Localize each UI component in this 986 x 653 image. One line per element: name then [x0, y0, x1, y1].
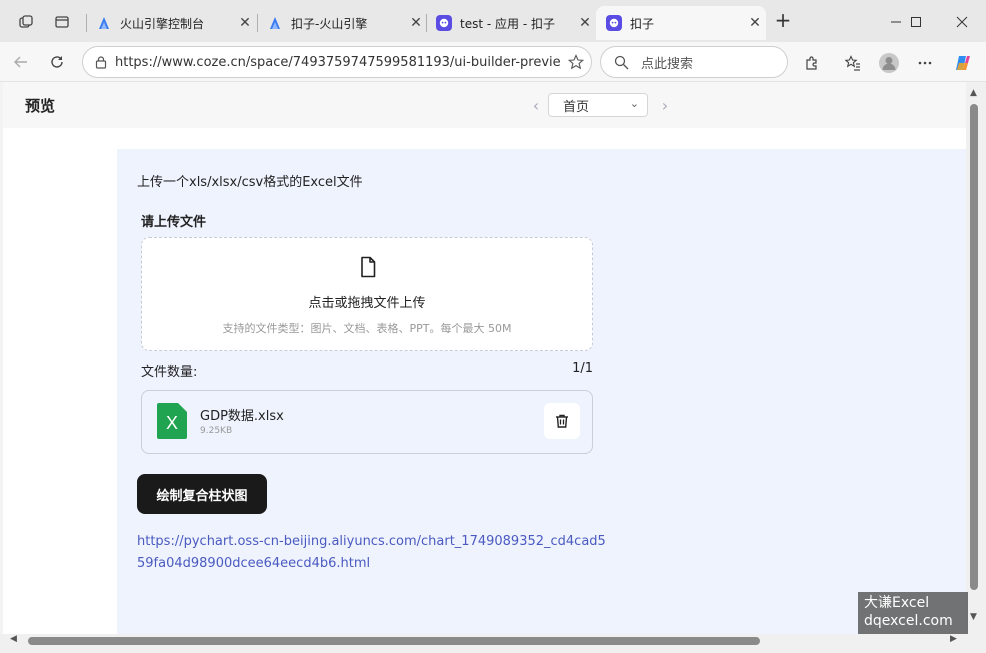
scroll-down-icon[interactable]: ▼: [970, 612, 977, 622]
vertical-scrollbar[interactable]: ▲ ▼: [966, 82, 986, 634]
url-text: https://www.coze.cn/space/74937597475995…: [115, 54, 561, 70]
back-button[interactable]: [8, 49, 34, 75]
file-icon: [361, 256, 376, 278]
watermark-line1: 大谦Excel: [864, 595, 930, 611]
file-name: GDP数据.xlsx: [200, 409, 284, 424]
favorite-star-icon[interactable]: [561, 54, 591, 70]
uploaded-file-card: X GDP数据.xlsx 9.25KB: [141, 390, 593, 454]
tab-label: 扣子: [630, 16, 655, 31]
volcengine-icon: [267, 15, 283, 31]
delete-file-button[interactable]: [544, 403, 580, 439]
lock-icon[interactable]: [87, 55, 115, 69]
tab-label: 火山引擎控制台: [120, 16, 205, 31]
search-icon: [601, 55, 641, 70]
copilot-icon[interactable]: [950, 50, 976, 76]
preview-title: 预览: [25, 97, 56, 115]
file-count-label: 文件数量:: [141, 365, 198, 380]
dropzone-main-text: 点击或拖拽文件上传: [308, 296, 426, 311]
watermark: 大谦Excel dqexcel.com: [858, 592, 968, 634]
close-icon[interactable]: ✕: [234, 15, 256, 31]
preview-header: 预览 ‹ 首页 ⌄ ›: [3, 82, 966, 128]
close-icon[interactable]: ✕: [405, 15, 427, 31]
excel-file-icon: X: [157, 403, 187, 439]
draw-chart-button[interactable]: 绘制复合柱状图: [137, 474, 267, 514]
more-options-icon[interactable]: [912, 50, 938, 76]
tab-label: test - 应用 - 扣子: [460, 16, 555, 31]
chevron-left-icon[interactable]: ‹: [523, 92, 549, 118]
scroll-up-icon[interactable]: ▲: [970, 88, 977, 98]
tab-coze-active[interactable]: 扣子 ✕: [596, 6, 766, 40]
browser-toolbar: https://www.coze.cn/space/74937597475995…: [0, 42, 986, 82]
scroll-right-icon[interactable]: ▶: [950, 634, 957, 644]
page-viewport: 预览 ‹ 首页 ⌄ › 上传一个xls/xlsx/csv格式的Excel文件 请…: [3, 82, 966, 634]
new-tab-button[interactable]: +: [772, 10, 794, 32]
refresh-button[interactable]: [44, 49, 70, 75]
result-link[interactable]: https://pychart.oss-cn-beijing.aliyuncs.…: [137, 531, 607, 575]
file-count-value: 1/1: [572, 361, 593, 376]
chevron-right-icon[interactable]: ›: [652, 92, 678, 118]
horizontal-scroll-thumb[interactable]: [28, 637, 760, 645]
app-panel: 上传一个xls/xlsx/csv格式的Excel文件 请上传文件 点击或拖拽文件…: [117, 149, 966, 634]
instruction-text: 上传一个xls/xlsx/csv格式的Excel文件: [137, 175, 363, 190]
trash-icon: [556, 414, 568, 428]
tab-test-app[interactable]: test - 应用 - 扣子 ✕: [426, 6, 596, 40]
tab-volcengine-console[interactable]: 火山引擎控制台 ✕: [86, 6, 256, 40]
favorites-icon[interactable]: [840, 50, 866, 76]
maximize-button[interactable]: [896, 8, 936, 36]
vertical-scroll-thumb[interactable]: [970, 104, 978, 590]
address-bar[interactable]: https://www.coze.cn/space/74937597475995…: [82, 46, 592, 78]
file-dropzone[interactable]: 点击或拖拽文件上传 支持的文件类型：图片、文档、表格、PPT。每个最大 50M: [141, 237, 593, 351]
file-size: 9.25KB: [200, 426, 233, 436]
tab-label: 扣子-火山引擎: [291, 16, 368, 31]
scroll-left-icon[interactable]: ◀: [10, 634, 17, 644]
extensions-icon[interactable]: [799, 50, 825, 76]
upload-label: 请上传文件: [141, 215, 207, 230]
volcengine-icon: [96, 15, 112, 31]
watermark-line2: dqexcel.com: [864, 613, 953, 629]
tab-strip: 火山引擎控制台 ✕ 扣子-火山引擎 ✕ test - 应用 - 扣子 ✕ 扣子 …: [0, 0, 986, 42]
chevron-down-icon: ⌄: [629, 97, 639, 110]
search-box[interactable]: 点此搜索: [600, 46, 788, 78]
page-select[interactable]: 首页 ⌄: [548, 93, 648, 117]
close-icon[interactable]: ✕: [574, 15, 596, 31]
close-window-button[interactable]: [942, 8, 982, 36]
close-icon[interactable]: ✕: [744, 15, 766, 31]
search-placeholder: 点此搜索: [641, 56, 694, 72]
page-select-value: 首页: [563, 99, 590, 115]
tab-actions-icon[interactable]: [48, 8, 76, 36]
horizontal-scrollbar[interactable]: ◀ ▶: [0, 634, 986, 653]
workspaces-icon[interactable]: [12, 8, 40, 36]
coze-icon: [606, 15, 622, 31]
profile-avatar-icon[interactable]: [876, 50, 902, 76]
tab-coze-volcengine[interactable]: 扣子-火山引擎 ✕: [257, 6, 427, 40]
dropzone-hint: 支持的文件类型：图片、文档、表格、PPT。每个最大 50M: [222, 322, 512, 335]
coze-icon: [436, 15, 452, 31]
